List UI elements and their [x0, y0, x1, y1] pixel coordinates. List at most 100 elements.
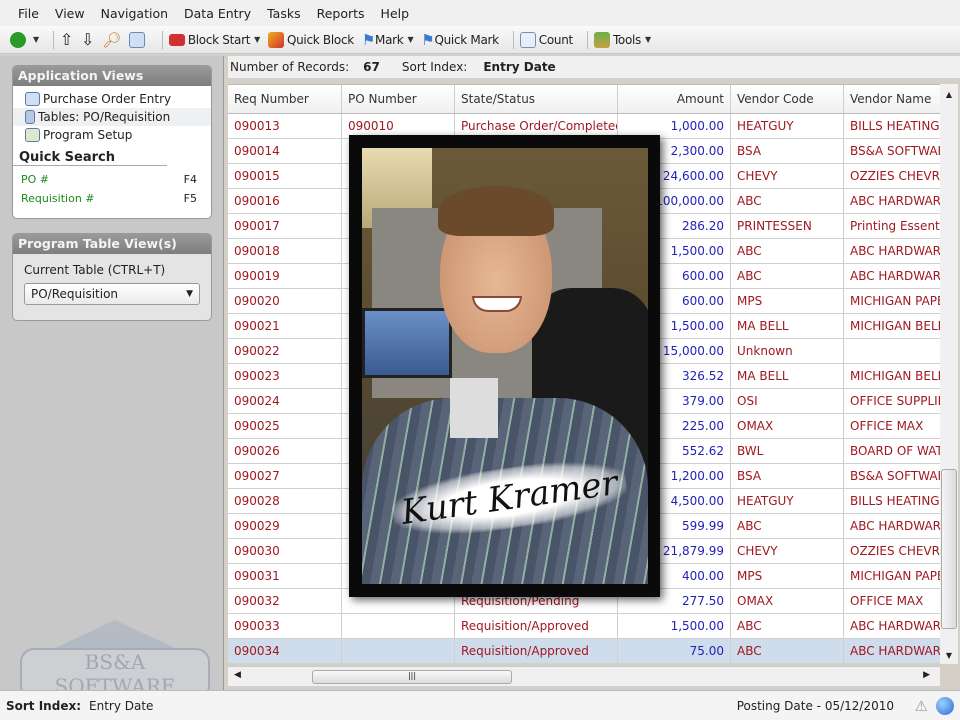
horizontal-scroll-thumb[interactable]: |||: [312, 670, 512, 684]
table-row[interactable]: 090033 Requisition/Approved 1,500.00 ABC ABC…: [228, 614, 940, 639]
scroll-right-icon[interactable]: ▶: [923, 670, 930, 680]
cell-req-number: 090030: [228, 539, 342, 563]
status-sort-value: Entry Date: [89, 698, 154, 713]
menu-view[interactable]: View: [55, 6, 85, 21]
cell-po-number: [342, 614, 455, 638]
column-header-vendor-code[interactable]: Vendor Code: [731, 85, 844, 113]
cell-state-status: Requisition/Approved: [455, 614, 618, 638]
cell-req-number: 090031: [228, 564, 342, 588]
cell-vendor-code: ABC: [731, 239, 844, 263]
nav-tables-po-requisition[interactable]: Tables: PO/Requisition: [13, 108, 211, 126]
tools-label: Tools: [612, 32, 641, 47]
scroll-up-icon[interactable]: ▲: [940, 84, 958, 99]
chevron-down-icon: ▼: [407, 35, 414, 44]
cell-vendor-code: ABC: [731, 189, 844, 213]
cell-req-number: 090015: [228, 164, 342, 188]
mark-button[interactable]: ⚑ Mark ▼: [361, 30, 414, 49]
find-button[interactable]: 🔎︎: [102, 31, 121, 49]
cell-vendor-code: CHEVY: [731, 164, 844, 188]
block-start-button[interactable]: Block Start ▼: [168, 32, 260, 47]
arrow-down-icon: ⇩: [80, 30, 95, 49]
cell-vendor-name: [844, 339, 940, 363]
cell-amount: 75.00: [618, 639, 731, 663]
tools-icon: [593, 31, 610, 48]
nav-program-setup[interactable]: Program Setup: [13, 126, 211, 144]
cell-vendor-code: BSA: [731, 464, 844, 488]
quick-search-po[interactable]: PO # F4: [13, 170, 211, 189]
nav-label: Purchase Order Entry: [43, 92, 172, 106]
quick-mark-label: Quick Mark: [434, 32, 499, 47]
cell-vendor-name: OFFICE SUPPLIES: [850, 394, 940, 408]
cell-vendor-code: BSA: [731, 139, 844, 163]
cell-vendor-name: MICHIGAN BELL: [850, 369, 940, 383]
move-up-button[interactable]: ⇧: [60, 30, 73, 49]
column-header-state-status[interactable]: State/Status: [455, 85, 618, 113]
cell-req-number: 090032: [228, 589, 342, 613]
mark-label: Mark: [375, 32, 404, 47]
cell-vendor-name: ABC HARDWARE: [850, 194, 940, 208]
menu-reports[interactable]: Reports: [317, 6, 365, 21]
block-start-label: Block Start: [187, 32, 251, 47]
quick-search-requisition[interactable]: Requisition # F5: [13, 189, 211, 208]
cell-req-number: 090029: [228, 514, 342, 538]
cell-req-number: 090034: [228, 639, 342, 663]
nav-purchase-order-entry[interactable]: Purchase Order Entry: [13, 90, 211, 108]
cell-vendor-name: ABC HARDWARE: [850, 519, 940, 533]
scroll-left-icon[interactable]: ◀: [234, 670, 241, 680]
cell-req-number: 090024: [228, 389, 342, 413]
cell-vendor-name: ABC HARDWARE: [850, 619, 940, 633]
current-table-select[interactable]: PO/Requisition ▼: [24, 283, 200, 305]
cell-req-number: 090018: [228, 239, 342, 263]
cell-req-number: 090013: [228, 114, 342, 138]
cell-req-number: 090025: [228, 414, 342, 438]
cell-vendor-name: OZZIES CHEVROLET: [850, 169, 940, 183]
cell-req-number: 090022: [228, 339, 342, 363]
menu-file[interactable]: File: [18, 6, 39, 21]
scroll-down-icon[interactable]: ▼: [940, 651, 958, 660]
cell-po-number: [342, 639, 455, 663]
cell-vendor-name: MICHIGAN PAPER: [850, 569, 940, 583]
move-down-button[interactable]: ⇩: [81, 30, 94, 49]
globe-icon[interactable]: [936, 696, 954, 715]
column-header-vendor-name[interactable]: Vendor Name: [844, 85, 940, 113]
column-header-po-number[interactable]: PO Number: [342, 85, 455, 113]
separator: [52, 30, 54, 49]
vertical-scroll-thumb[interactable]: [941, 469, 957, 629]
cell-vendor-name: MICHIGAN BELL: [850, 319, 940, 333]
table-row[interactable]: 090034 Requisition/Approved 75.00 ABC ABC HA…: [228, 639, 940, 664]
records-count: 67: [363, 60, 380, 74]
setup-icon: [25, 128, 40, 142]
menu-help[interactable]: Help: [381, 6, 410, 21]
column-header-amount[interactable]: Amount: [618, 85, 731, 113]
quick-mark-button[interactable]: ⚑ Quick Mark: [421, 31, 499, 49]
horizontal-scrollbar[interactable]: ◀ ||| ▶: [228, 666, 940, 686]
photo-image: Kurt Kramer: [362, 148, 648, 584]
shortcut-key: F4: [183, 173, 197, 186]
menu-tasks[interactable]: Tasks: [267, 6, 301, 21]
cell-vendor-name: Printing Essentials: [850, 219, 940, 233]
count-button[interactable]: Count: [519, 31, 573, 48]
separator: [512, 30, 514, 49]
count-label: Count: [538, 32, 573, 47]
quick-block-label: Quick Block: [286, 32, 354, 47]
column-header-req-number[interactable]: Req Number: [228, 85, 342, 113]
cell-vendor-code: MPS: [731, 564, 844, 588]
form-button[interactable]: [128, 31, 148, 48]
menu-data-entry[interactable]: Data Entry: [184, 6, 251, 21]
cell-state-status: Requisition/Approved: [455, 639, 618, 663]
tools-button[interactable]: Tools ▼: [593, 31, 651, 48]
vertical-scrollbar[interactable]: ▲ ▼: [940, 84, 958, 664]
menu-bar: File View Navigation Data Entry Tasks Re…: [0, 0, 960, 26]
menu-navigation[interactable]: Navigation: [101, 6, 168, 21]
flag-icon: ⚑: [361, 30, 376, 49]
quick-search-label: Requisition #: [21, 192, 95, 205]
records-info-bar: Number of Records: 67 Sort Index: Entry …: [228, 56, 960, 78]
warning-icon[interactable]: ⚠: [915, 697, 928, 715]
search-icon: 🔎︎: [102, 30, 121, 49]
back-button[interactable]: ▼: [10, 31, 39, 48]
separator: [586, 30, 588, 49]
quick-block-button[interactable]: Quick Block: [267, 31, 354, 48]
records-label: Number of Records:: [230, 60, 350, 74]
cell-vendor-code: ABC: [731, 264, 844, 288]
separator: [161, 30, 163, 49]
